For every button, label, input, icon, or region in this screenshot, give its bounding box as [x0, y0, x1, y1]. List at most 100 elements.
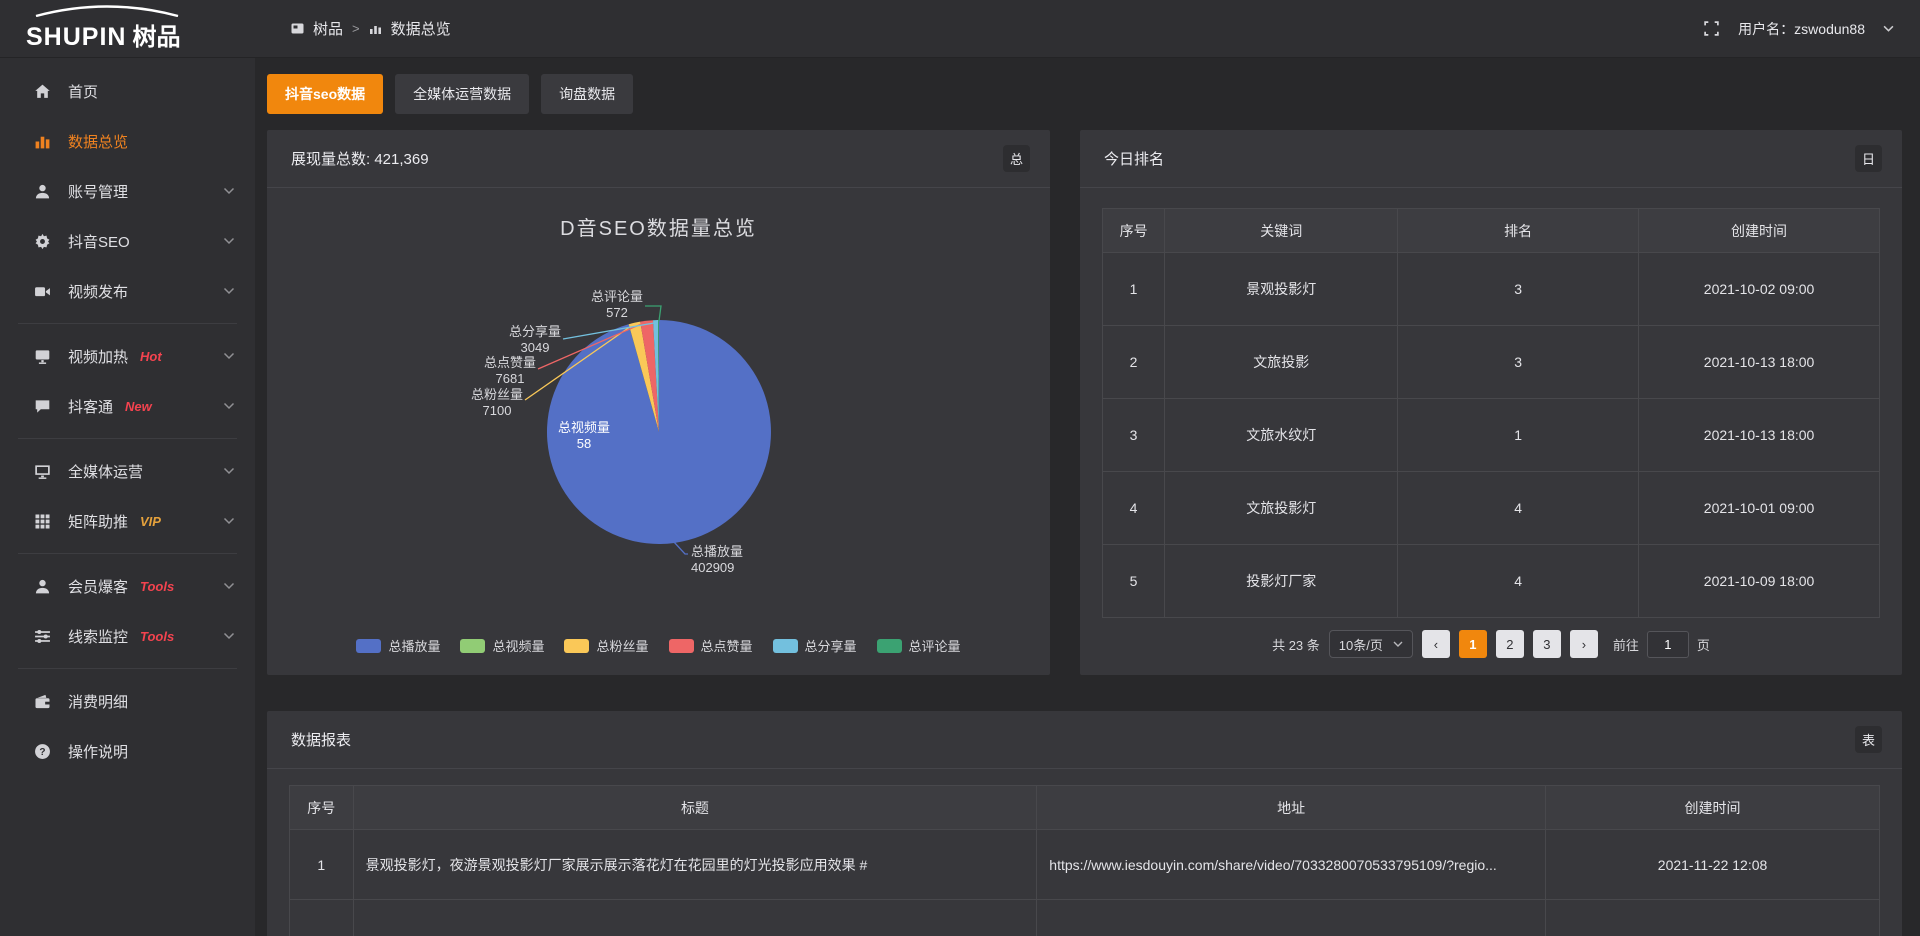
table-header-row: 序号标题地址创建时间 — [290, 786, 1880, 830]
sidebar-item-member-baoke[interactable]: 会员爆客Tools — [0, 561, 255, 611]
pagination-total: 共 23 条 — [1272, 635, 1320, 654]
table-cell — [1037, 900, 1546, 936]
sidebar-item-account-manage[interactable]: 账号管理 — [0, 166, 255, 216]
sidebar-item-data-overview[interactable]: 数据总览 — [0, 116, 255, 166]
table-cell — [290, 900, 354, 936]
next-page-button[interactable]: › — [1570, 630, 1598, 658]
sidebar-item-tag: New — [125, 399, 152, 414]
tab-douyin-seo-data[interactable]: 抖音seo数据 — [267, 74, 383, 114]
table-cell — [1546, 900, 1880, 936]
table-cell — [353, 900, 1037, 936]
user-dropdown-chevron-icon[interactable] — [1883, 25, 1894, 32]
table-row-partial — [290, 900, 1880, 936]
legend-item[interactable]: 总播放量 — [356, 636, 440, 655]
legend-item[interactable]: 总点赞量 — [669, 636, 753, 655]
sidebar-item-label: 操作说明 — [68, 741, 128, 762]
sidebar-item-label: 线索监控 — [68, 626, 128, 647]
legend-label: 总视频量 — [492, 636, 544, 655]
sidebar-item-media-ops[interactable]: 全媒体运营 — [0, 446, 255, 496]
table-badge[interactable]: 表 — [1855, 726, 1882, 753]
keyword-cell: 投影灯厂家 — [1165, 545, 1398, 618]
tab-inquiry-data[interactable]: 询盘数据 — [541, 74, 633, 114]
legend-swatch — [460, 639, 485, 653]
sidebar-nav: 首页数据总览账号管理抖音SEO 视频发布视频加热Hot 抖客通 New 全媒体运营矩阵助… — [0, 58, 255, 936]
tab-media-ops-data[interactable]: 全媒体运营数据 — [395, 74, 529, 114]
sidebar-item-matrix-boost[interactable]: 矩阵助推VIP — [0, 496, 255, 546]
grid-icon — [34, 513, 51, 530]
table-row: 2文旅投影32021-10-13 18:00 — [1103, 326, 1880, 399]
table-row: 4文旅投影灯42021-10-01 09:00 — [1103, 472, 1880, 545]
day-badge[interactable]: 日 — [1855, 145, 1882, 172]
pie-chart-canvas[interactable] — [267, 188, 1050, 675]
top-header: SHUPIN 树品 树品 > 数据总览 用户名：zswodun88 — [0, 0, 1920, 58]
column-header: 排名 — [1398, 209, 1639, 253]
sidebar-item-video-publish[interactable]: 视频发布 — [0, 266, 255, 316]
impressions-total-label: 展现量总数: 421,369 — [291, 148, 429, 169]
sidebar-item-operation-help[interactable]: ? 操作说明 — [0, 726, 255, 776]
rank-cell: 4 — [1398, 472, 1639, 545]
sidebar-item-douyin-seo[interactable]: 抖音SEO — [0, 216, 255, 266]
today-rank-panel: 今日排名 日 序号关键词排名创建时间1景观投影灯32021-10-02 09:0… — [1080, 130, 1902, 675]
sidebar-item-clue-monitor[interactable]: 线索监控 Tools — [0, 611, 255, 661]
chevron-down-icon — [223, 517, 235, 525]
user-icon — [34, 578, 51, 595]
sidebar-divider — [18, 323, 237, 324]
report-panel: 数据报表 表 序号标题地址创建时间1景观投影灯，夜游景观投影灯厂家展示展示落花灯… — [267, 711, 1902, 936]
keyword-cell: 文旅水纹灯 — [1165, 399, 1398, 472]
sidebar-item-video-heat[interactable]: 视频加热Hot — [0, 331, 255, 381]
chevron-down-icon — [223, 187, 235, 195]
legend-item[interactable]: 总评论量 — [877, 636, 961, 655]
question-icon: ? — [34, 743, 51, 760]
rank-cell: 3 — [1398, 326, 1639, 399]
breadcrumb-item-root[interactable]: 树品 — [313, 18, 343, 39]
chart-icon — [34, 133, 51, 150]
pie-chart: D音SEO数据量总览 总评论量 572 总分享量 3049 总点赞量 76 — [267, 188, 1050, 675]
sidebar-item-tag: Tools — [140, 629, 174, 644]
sidebar-item-tag: Tools — [140, 579, 174, 594]
video-icon — [34, 283, 51, 300]
username-label[interactable]: 用户名：zswodun88 — [1738, 19, 1865, 39]
report-title: 数据报表 — [291, 729, 351, 750]
chart-legend: 总播放量 总视频量 总粉丝量 总点赞量 总分享量 总评论量 — [267, 636, 1050, 655]
sidebar-item-label: 首页 — [68, 81, 98, 102]
column-header: 序号 — [1103, 209, 1165, 253]
column-header: 标题 — [353, 786, 1037, 830]
pie-label-videos: 总视频量 58 — [539, 420, 629, 452]
prev-page-button[interactable]: ‹ — [1422, 630, 1450, 658]
sidebar-item-home[interactable]: 首页 — [0, 66, 255, 116]
page-button-2[interactable]: 2 — [1496, 630, 1524, 658]
sidebar-item-douketong[interactable]: 抖客通 New — [0, 381, 255, 431]
legend-item[interactable]: 总视频量 — [460, 636, 544, 655]
sidebar-item-label: 抖客通 — [68, 396, 113, 417]
column-header: 关键词 — [1165, 209, 1398, 253]
column-header: 创建时间 — [1546, 786, 1880, 830]
rank-cell: 4 — [1398, 545, 1639, 618]
legend-swatch — [564, 639, 589, 653]
report-url-link[interactable]: https://www.iesdouyin.com/share/video/70… — [1037, 830, 1546, 900]
pagination: 共 23 条 10条/页 ‹ 123 › 前往 页 — [1080, 630, 1902, 658]
rank-cell: 1 — [1398, 399, 1639, 472]
report-created-cell: 2021-11-22 12:08 — [1546, 830, 1880, 900]
legend-item[interactable]: 总粉丝量 — [564, 636, 648, 655]
legend-item[interactable]: 总分享量 — [773, 636, 857, 655]
report-title-cell: 景观投影灯，夜游景观投影灯厂家展示展示落花灯在花园里的灯光投影应用效果 # — [353, 830, 1037, 900]
data-tabs: 抖音seo数据全媒体运营数据询盘数据 — [267, 74, 1902, 114]
svg-text:?: ? — [39, 747, 45, 758]
sidebar-item-label: 账号管理 — [68, 181, 128, 202]
page-button-3[interactable]: 3 — [1533, 630, 1561, 658]
keyword-cell: 文旅投影 — [1165, 326, 1398, 399]
breadcrumb-chart-icon — [369, 22, 382, 35]
total-badge[interactable]: 总 — [1003, 145, 1030, 172]
breadcrumb-separator: > — [352, 21, 360, 36]
goto-page-input[interactable] — [1647, 631, 1689, 658]
goto-page-suffix: 页 — [1697, 635, 1710, 654]
breadcrumb-item-current: 数据总览 — [391, 18, 451, 39]
table-row: 1景观投影灯32021-10-02 09:00 — [1103, 253, 1880, 326]
sidebar-item-label: 视频发布 — [68, 281, 128, 302]
page-size-select[interactable]: 10条/页 — [1329, 630, 1413, 658]
sidebar-item-consumption-detail[interactable]: 消费明细 — [0, 676, 255, 726]
page-button-1[interactable]: 1 — [1459, 630, 1487, 658]
legend-label: 总分享量 — [805, 636, 857, 655]
fullscreen-icon[interactable] — [1703, 20, 1720, 37]
column-header: 创建时间 — [1639, 209, 1880, 253]
